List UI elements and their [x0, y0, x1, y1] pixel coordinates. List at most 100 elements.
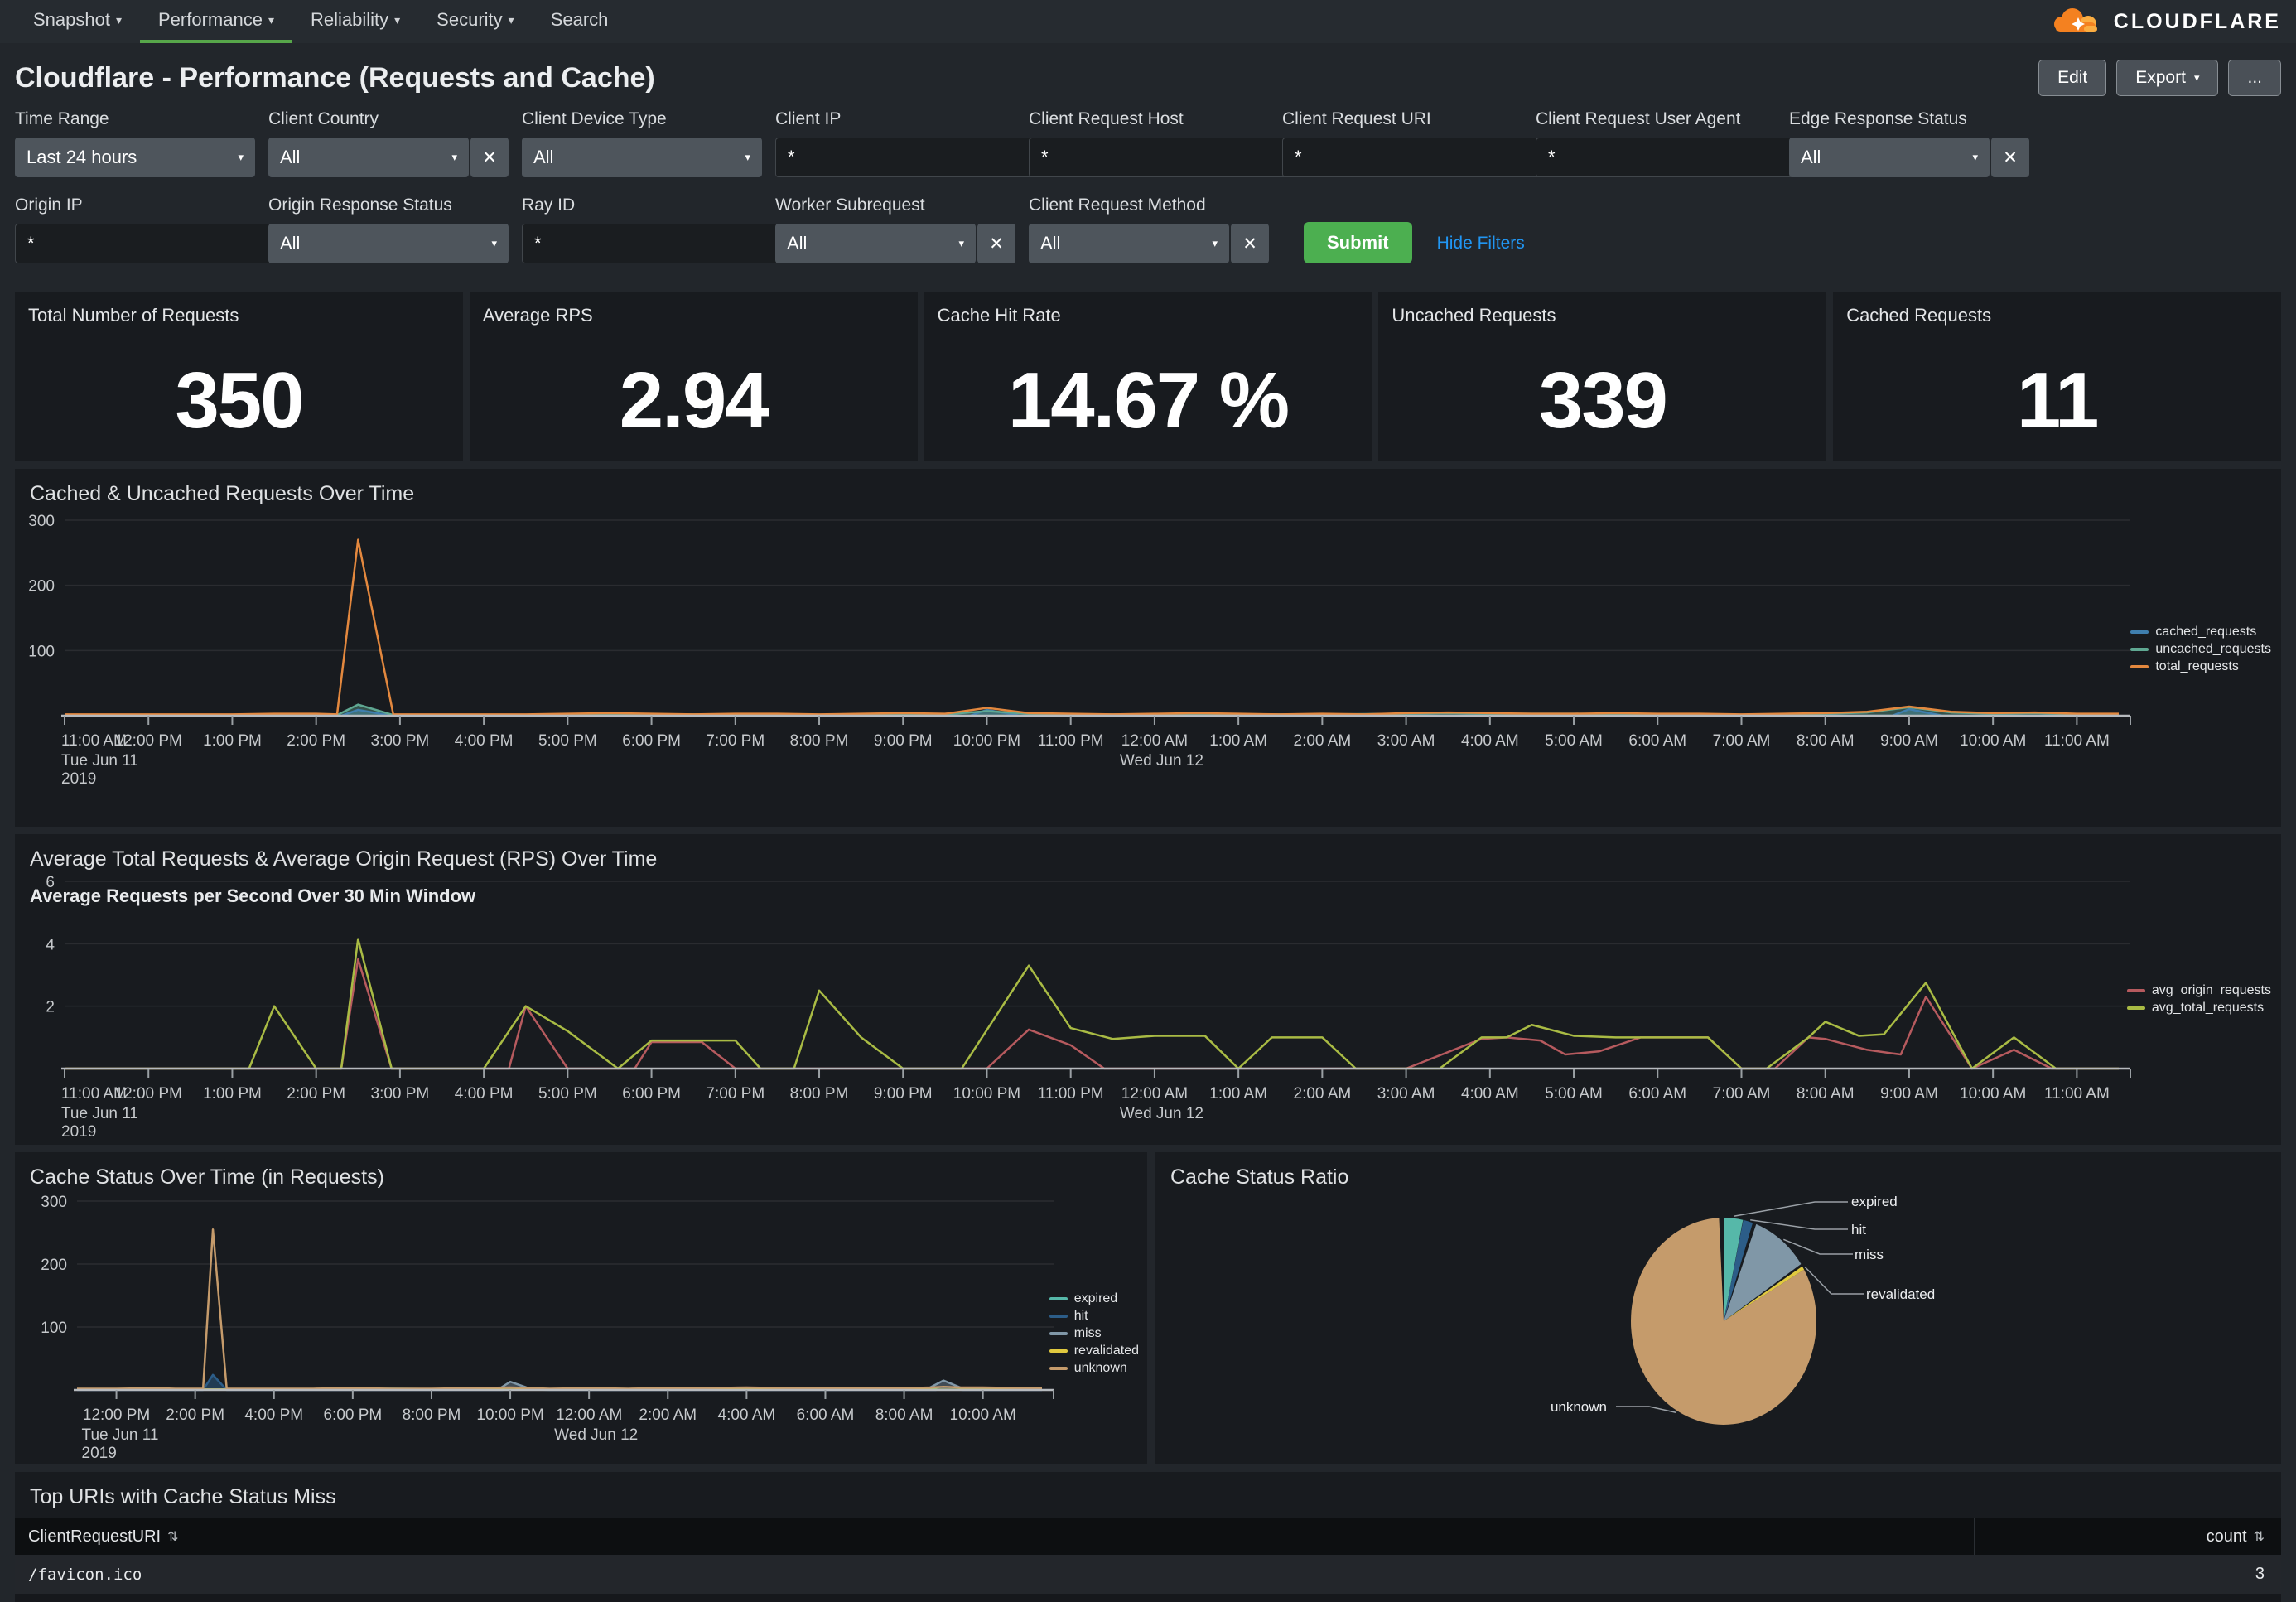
legend-total-requests[interactable]: total_requests [2130, 659, 2271, 674]
legend-expired[interactable]: expired [1049, 1291, 1139, 1306]
ray-id-input[interactable] [522, 224, 785, 263]
average-rps-chart-canvas[interactable]: 24611:00 AMTue Jun 11201912:00 PM1:00 PM… [15, 834, 2281, 1145]
column-header-label: ClientRequestURI [28, 1527, 161, 1547]
chevron-down-icon: ▾ [268, 13, 274, 27]
cache-status-chart-canvas[interactable]: 10020030012:00 PMTue Jun 1120192:00 PM4:… [15, 1152, 1147, 1464]
legend-swatch [2127, 989, 2145, 992]
x-tick-label: 5:00 PM [538, 732, 597, 750]
legend-swatch [1049, 1315, 1068, 1318]
x-tick-label: 9:00 AM [1880, 732, 1938, 750]
origin-ip-input[interactable] [15, 224, 278, 263]
export-button[interactable]: Export ▾ [2116, 60, 2218, 96]
x-tick-label: 8:00 AM [1797, 1085, 1855, 1103]
x-tick-label: 8:00 PM [790, 1085, 849, 1103]
worker-subrequest-select[interactable]: All ▾ [775, 224, 976, 263]
y-tick-label: 2 [46, 999, 55, 1016]
client-request-uri-input[interactable] [1282, 138, 1546, 177]
client-request-user-agent-input[interactable] [1536, 138, 1799, 177]
stat-value: 350 [15, 340, 463, 461]
cloudflare-cloud-icon [2051, 6, 2105, 37]
clear-icon[interactable]: ✕ [1231, 224, 1269, 263]
submit-button[interactable]: Submit [1304, 222, 1412, 263]
legend-label: miss [1074, 1326, 1102, 1341]
column-header-count[interactable]: count ⇅ [1975, 1527, 2281, 1547]
nav-performance[interactable]: Performance ▾ [140, 0, 292, 43]
client-ip-input[interactable] [775, 138, 1039, 177]
nav-search[interactable]: Search [533, 0, 627, 43]
x-date-label: Wed Jun 12 [554, 1426, 638, 1444]
pie-leader-line [1805, 1267, 1864, 1294]
nav-snapshot[interactable]: Snapshot ▾ [15, 0, 140, 43]
column-header-client-request-uri[interactable]: ClientRequestURI ⇅ [15, 1518, 1975, 1555]
nav-security[interactable]: Security ▾ [418, 0, 533, 43]
pie-label-expired: expired [1851, 1194, 1898, 1210]
count-cell: 3 [1975, 1565, 2281, 1584]
legend-miss[interactable]: miss [1049, 1326, 1139, 1341]
y-tick-label: 300 [28, 513, 55, 530]
client-request-host-input[interactable] [1029, 138, 1292, 177]
x-tick-label: 8:00 AM [1797, 732, 1855, 750]
clear-icon[interactable]: ✕ [977, 224, 1015, 263]
legend-unknown[interactable]: unknown [1049, 1361, 1139, 1376]
chevron-down-icon: ▾ [491, 237, 497, 250]
select-value: All [280, 147, 300, 168]
client-device-type-select[interactable]: All ▾ [522, 138, 762, 177]
pie-leader-line [1616, 1407, 1676, 1412]
legend-label: revalidated [1074, 1344, 1139, 1358]
legend-revalidated[interactable]: revalidated [1049, 1344, 1139, 1358]
pie-leader-line [1734, 1202, 1848, 1216]
x-tick-label: 8:00 AM [875, 1407, 933, 1424]
select-value: All [1801, 147, 1821, 168]
stat-value: 11 [1833, 340, 2281, 461]
legend-hit[interactable]: hit [1049, 1309, 1139, 1324]
client-request-method-select[interactable]: All ▾ [1029, 224, 1229, 263]
filter-label: Client Request User Agent [1536, 109, 1776, 129]
legend-swatch [2130, 648, 2149, 651]
legend-uncached-requests[interactable]: uncached_requests [2130, 642, 2271, 657]
filter-label: Client IP [775, 109, 1015, 129]
x-tick-label: 7:00 AM [1713, 1085, 1771, 1103]
more-options-button[interactable]: ... [2228, 60, 2281, 96]
filter-label: Time Range [15, 109, 255, 129]
x-tick-label: 12:00 AM [556, 1407, 622, 1424]
x-tick-label: 2:00 AM [639, 1407, 697, 1424]
x-tick-label: 2:00 PM [287, 1085, 345, 1103]
table-header-row: ClientRequestURI ⇅ count ⇅ [15, 1518, 2281, 1555]
stat-uncached-requests: Uncached Requests 339 [1378, 292, 1826, 461]
x-date-label: Wed Jun 12 [1120, 752, 1203, 770]
stat-label: Average RPS [483, 305, 593, 326]
legend-avg-total-requests[interactable]: avg_total_requests [2127, 1001, 2271, 1016]
legend-swatch [2127, 1006, 2145, 1010]
time-range-select[interactable]: Last 24 hours ▾ [15, 138, 255, 177]
origin-response-status-select[interactable]: All ▾ [268, 224, 509, 263]
x-tick-label: 1:00 AM [1209, 732, 1267, 750]
filter-client-country: Client Country All ▾ ✕ [268, 109, 509, 177]
legend-avg-origin-requests[interactable]: avg_origin_requests [2127, 983, 2271, 998]
edit-button[interactable]: Edit [2038, 60, 2106, 96]
x-tick-label: 6:00 AM [1628, 732, 1686, 750]
stat-cards-row: Total Number of Requests 350 Average RPS… [0, 288, 2296, 461]
clear-icon[interactable]: ✕ [1991, 138, 2029, 177]
hide-filters-link[interactable]: Hide Filters [1437, 234, 1525, 253]
y-tick-label: 300 [41, 1194, 67, 1211]
client-country-select[interactable]: All ▾ [268, 138, 469, 177]
edge-response-status-select[interactable]: All ▾ [1789, 138, 1990, 177]
filter-client-request-method: Client Request Method All ▾ ✕ [1029, 195, 1269, 263]
cache-status-pie-canvas[interactable] [1155, 1152, 2281, 1464]
x-tick-label: 1:00 AM [1209, 1085, 1267, 1103]
legend-swatch [1049, 1367, 1068, 1370]
nav-reliability[interactable]: Reliability ▾ [292, 0, 418, 43]
table-row: / 2 [15, 1594, 2281, 1602]
clear-icon[interactable]: ✕ [470, 138, 509, 177]
cached-uncached-chart-canvas[interactable]: 10020030011:00 AMTue Jun 11201912:00 PM1… [15, 469, 2281, 827]
chevron-down-icon: ▾ [394, 13, 400, 27]
legend-cached-requests[interactable]: cached_requests [2130, 625, 2271, 639]
y-tick-label: 200 [28, 578, 55, 596]
export-button-label: Export [2135, 68, 2186, 88]
filter-client-request-host: Client Request Host [1029, 109, 1269, 177]
x-tick-label: 2:00 AM [1294, 1085, 1352, 1103]
x-tick-label: 1:00 PM [203, 732, 262, 750]
x-tick-label: 2:00 AM [1294, 732, 1352, 750]
filter-client-device-type: Client Device Type All ▾ [522, 109, 762, 177]
chart3-legend: expired hit miss revalidated unknown [1049, 1291, 1139, 1376]
